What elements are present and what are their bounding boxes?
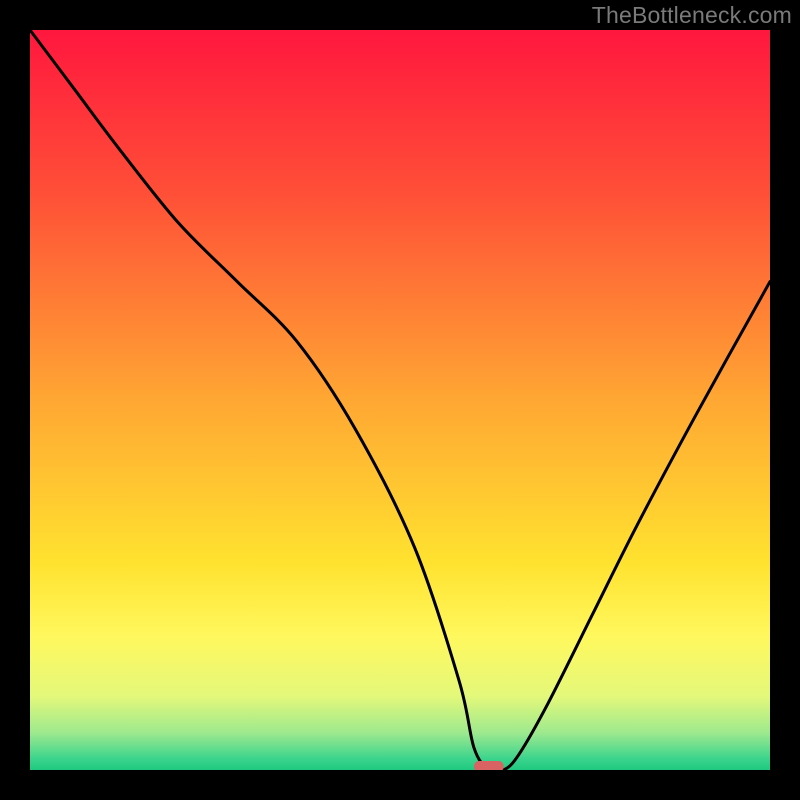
chart-svg xyxy=(30,30,770,770)
gradient-background xyxy=(30,30,770,770)
plot-area xyxy=(30,30,770,770)
chart-frame: TheBottleneck.com xyxy=(0,0,800,800)
optimal-marker xyxy=(474,761,504,770)
watermark-text: TheBottleneck.com xyxy=(592,2,792,29)
